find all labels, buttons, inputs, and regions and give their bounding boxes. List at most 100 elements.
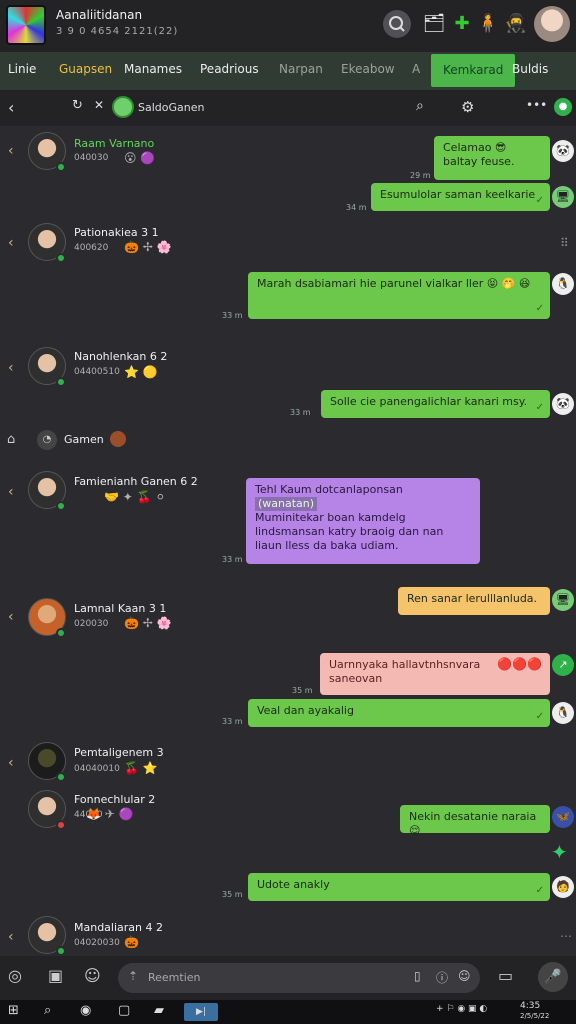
sticker-icon[interactable]: 🗂 bbox=[421, 10, 447, 38]
message-time: 34 m bbox=[346, 203, 367, 212]
group-badge bbox=[110, 431, 126, 447]
message-time: 33 m bbox=[222, 555, 243, 564]
info-icon[interactable]: ⓘ bbox=[436, 969, 448, 986]
close-icon[interactable]: ✕ bbox=[94, 98, 104, 112]
app-icon[interactable]: ▰ bbox=[154, 1003, 164, 1018]
menu-item-guapsen[interactable]: Guapsen bbox=[59, 62, 112, 76]
contact-name: Lamnal Kaan 3 1 bbox=[74, 602, 167, 615]
emoji-tags: 🎃 ✢ 🌸 bbox=[124, 616, 172, 630]
screen-icon[interactable]: ▭ bbox=[498, 966, 513, 985]
message-bubble[interactable]: Tehl Kaum dotcanlaponsan (wanatan) Mumin… bbox=[246, 478, 480, 564]
user-avatar[interactable] bbox=[534, 6, 570, 42]
status-badge: ● bbox=[554, 98, 572, 116]
browser-icon[interactable]: ◉ bbox=[80, 1003, 91, 1018]
gear-icon[interactable]: ⚙ bbox=[461, 98, 474, 116]
contact-name: Fonnechlular 2 bbox=[74, 793, 156, 806]
sender-avatar[interactable]: 🐧 bbox=[552, 273, 574, 295]
message-bubble[interactable]: Ren sanar lerulllanluda. bbox=[398, 587, 550, 615]
back-icon[interactable]: ‹ bbox=[8, 98, 14, 117]
message-bubble[interactable]: Solle cie panengalichlar kanari msy. ✓ bbox=[321, 390, 550, 418]
sender-avatar[interactable]: 🖥 bbox=[552, 589, 574, 611]
contact-name: Pationakiea 3 1 bbox=[74, 226, 159, 239]
contact-name: Pemtaligenem 3 bbox=[74, 746, 164, 759]
message-text: Solle cie panengalichlar kanari msy. bbox=[330, 395, 528, 408]
app-logo bbox=[6, 5, 46, 45]
files-icon[interactable]: ▢ bbox=[118, 1003, 130, 1018]
message-bubble[interactable]: Marah dsabiamari hie parunel vialkar lle… bbox=[248, 272, 550, 319]
contact-meta: 040030 bbox=[74, 153, 109, 163]
message-placeholder: Reemtien bbox=[148, 971, 201, 984]
message-input[interactable]: ⇡ Reemtien ▯ ⓘ ☺ bbox=[118, 963, 480, 993]
sender-avatar[interactable]: 🐼 bbox=[552, 393, 574, 415]
message-bubble[interactable]: Nekin desatanie naraia 😌 bbox=[400, 805, 550, 837]
gallery-icon[interactable]: ▣ bbox=[48, 966, 63, 985]
chevron-icon: ‹ bbox=[8, 609, 14, 625]
sender-avatar[interactable]: ↗ bbox=[552, 654, 574, 676]
chat-avatar[interactable] bbox=[112, 96, 134, 118]
emoji-tags: 😮 🟣 bbox=[124, 151, 156, 165]
tray-icons[interactable]: + ⚐ ◉ ▣ ◐ bbox=[436, 1004, 487, 1014]
menu-item-a[interactable]: A bbox=[412, 62, 420, 76]
chevron-icon: ‹ bbox=[8, 143, 14, 159]
search-icon[interactable]: ⌕ bbox=[416, 98, 424, 114]
message-bubble[interactable]: Celamao 😎 baltay feuse. bbox=[434, 136, 550, 180]
format-icon[interactable]: ⇡ bbox=[128, 969, 138, 983]
menu-item-peadrious[interactable]: Peadrious bbox=[200, 62, 259, 76]
character-icon[interactable]: 🧍 bbox=[475, 10, 501, 38]
composer-bar: ◎ ▣ ☺ ⇡ Reemtien ▯ ⓘ ☺ ▭ 🎤 bbox=[0, 956, 576, 1000]
sender-avatar[interactable]: 🐼 bbox=[552, 140, 574, 162]
search-icon[interactable]: ⌕ bbox=[44, 1003, 51, 1018]
plus-icon[interactable]: ✚ bbox=[449, 10, 475, 38]
chat-title: SaldoGanen bbox=[138, 101, 205, 114]
chevron-icon: ‹ bbox=[8, 360, 14, 376]
online-dot bbox=[56, 501, 66, 511]
emoji-tags: 🤝 ✦ 🍒 ⚪ bbox=[104, 490, 166, 504]
taskbar: ⊞ ⌕ ◉ ▢ ▰ ▶| + ⚐ ◉ ▣ ◐ 4:35 2/5/5/22 bbox=[0, 1000, 576, 1024]
menu-item-narpan[interactable]: Narpan bbox=[279, 62, 323, 76]
refresh-icon[interactable]: ↻ bbox=[72, 98, 83, 113]
message-bubble[interactable]: Uarnnyaka hallavtnhsnvara saneovan 🔴🔴🔴 bbox=[320, 653, 550, 695]
sender-avatar[interactable]: 🧑 bbox=[552, 876, 574, 898]
menu-item-manames[interactable]: Manames bbox=[124, 62, 182, 76]
camera-icon[interactable]: ◎ bbox=[8, 966, 22, 985]
read-check-icon: ✓ bbox=[535, 885, 544, 896]
message-bubble[interactable]: Veal dan ayakalig ✓ bbox=[248, 699, 550, 727]
message-text: Udote anakly bbox=[257, 878, 330, 891]
group-icon: ◔ bbox=[37, 430, 57, 450]
message-time: 29 m bbox=[410, 171, 431, 180]
emoji-tags: 🎃 ✢ 🌸 bbox=[124, 240, 172, 254]
sender-avatar[interactable]: 🐧 bbox=[552, 702, 574, 724]
sender-avatar[interactable]: 🖥 bbox=[552, 186, 574, 208]
start-icon[interactable]: ⊞ bbox=[8, 1003, 19, 1018]
more-icon[interactable]: ••• bbox=[526, 98, 547, 112]
sender-avatar[interactable]: 🦋 bbox=[552, 806, 574, 828]
search-button[interactable] bbox=[383, 10, 411, 38]
reaction-icons[interactable]: 🔴🔴🔴 bbox=[497, 657, 542, 671]
chevron-icon: ‹ bbox=[8, 235, 14, 251]
menu-item-buldis[interactable]: Buldis bbox=[512, 62, 548, 76]
ninja-icon[interactable]: 🥷 bbox=[503, 10, 529, 38]
attach-icon[interactable]: ▯ bbox=[414, 969, 421, 983]
active-app-icon[interactable]: ▶| bbox=[184, 1003, 218, 1021]
message-text: Esumulolar saman keelkarie bbox=[380, 188, 536, 201]
menu-item-kemkarad[interactable]: Kemkarad bbox=[431, 54, 516, 87]
message-bubble[interactable]: Esumulolar saman keelkarie ✓ bbox=[371, 183, 550, 211]
contact-name: Nanohlenkan 6 2 bbox=[74, 350, 168, 363]
message-bubble[interactable]: Udote anakly ✓ bbox=[248, 873, 550, 901]
online-dot bbox=[56, 628, 66, 638]
sticker-icon[interactable]: ☺ bbox=[84, 966, 101, 985]
more-icon[interactable]: ⋯ bbox=[560, 929, 572, 943]
menu-item-linie[interactable]: Linie bbox=[8, 62, 36, 76]
emoji-icon[interactable]: ☺ bbox=[458, 969, 471, 983]
read-check-icon: ✓ bbox=[535, 402, 544, 413]
drag-handle-icon[interactable]: ⠿ bbox=[560, 236, 569, 250]
message-time: 33 m bbox=[222, 717, 243, 726]
menu-item-ekeabow[interactable]: Ekeabow bbox=[341, 62, 395, 76]
quoted-text: (wanatan) bbox=[255, 497, 318, 511]
contact-meta: 04040010 bbox=[74, 764, 120, 774]
online-dot bbox=[56, 772, 66, 782]
contact-meta: 04400510 bbox=[74, 367, 120, 377]
online-dot bbox=[56, 253, 66, 263]
home-icon: ⌂ bbox=[7, 432, 16, 447]
voice-button[interactable]: 🎤 bbox=[538, 962, 568, 992]
